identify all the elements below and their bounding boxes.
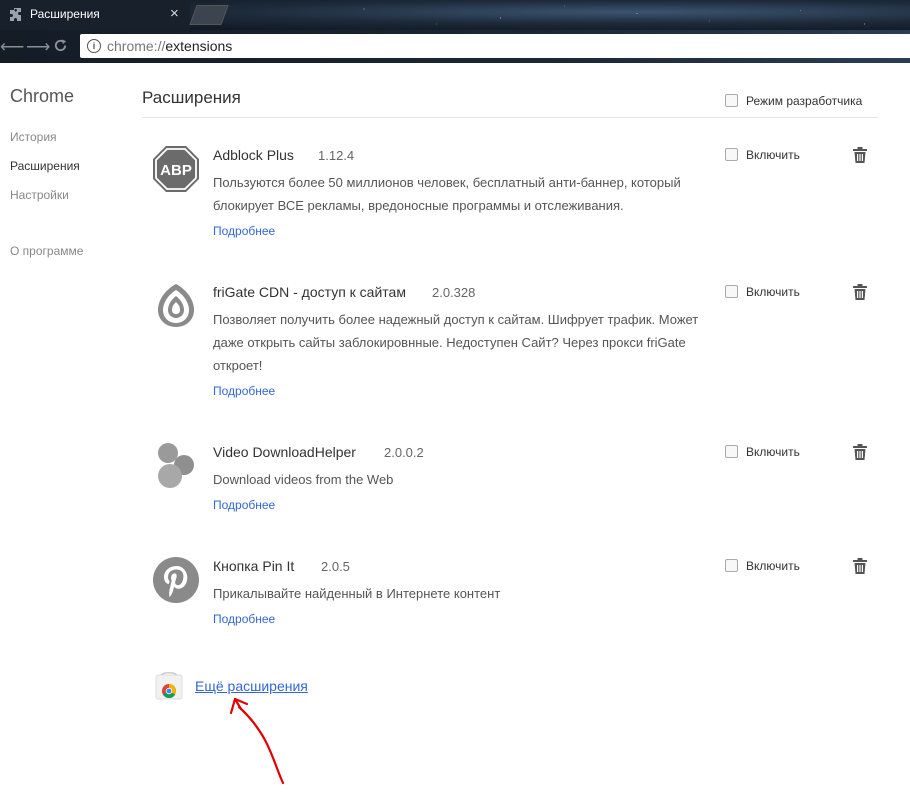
annotation-arrow bbox=[229, 697, 285, 785]
frigate-icon bbox=[158, 284, 194, 327]
tab-extensions[interactable]: Расширения × bbox=[0, 0, 190, 30]
abp-logo-text: ABP bbox=[160, 162, 192, 179]
enable-label: Включить bbox=[746, 285, 800, 299]
extension-details-link[interactable]: Подробнее bbox=[213, 224, 275, 238]
developer-mode-checkbox[interactable] bbox=[725, 94, 738, 107]
extension-name: friGate CDN - доступ к сайтам bbox=[213, 284, 406, 300]
back-icon[interactable]: ⟵ bbox=[0, 37, 24, 57]
url-text: chrome://extensions bbox=[107, 38, 232, 54]
tab-close-button[interactable]: × bbox=[170, 5, 179, 22]
extension-version: 2.0.328 bbox=[432, 285, 476, 300]
extension-name: Adblock Plus bbox=[213, 147, 294, 163]
developer-mode-label: Режим разработчика bbox=[746, 94, 863, 108]
extension-details-link[interactable]: Подробнее bbox=[213, 384, 275, 398]
info-icon[interactable]: i bbox=[87, 39, 101, 53]
enable-checkbox[interactable] bbox=[725, 285, 738, 298]
puzzle-piece-icon bbox=[10, 8, 21, 21]
enable-label: Включить bbox=[746, 445, 800, 459]
extension-details-link[interactable]: Подробнее bbox=[213, 498, 275, 512]
extension-name: Video DownloadHelper bbox=[213, 444, 356, 460]
url-scheme: chrome:// bbox=[107, 38, 166, 54]
reload-icon[interactable] bbox=[53, 38, 68, 53]
sidebar-item-history[interactable]: История bbox=[10, 130, 57, 144]
forward-icon[interactable]: ⟶ bbox=[26, 37, 50, 57]
extension-details-link[interactable]: Подробнее bbox=[213, 612, 275, 626]
tab-title: Расширения bbox=[30, 7, 100, 21]
trash-icon[interactable] bbox=[853, 147, 867, 163]
video-downloadhelper-icon bbox=[158, 443, 194, 488]
enable-checkbox[interactable] bbox=[725, 445, 738, 458]
extension-enable-toggle[interactable]: Включить bbox=[725, 148, 800, 162]
abp-icon: ABP bbox=[153, 146, 199, 192]
address-bar[interactable]: i chrome://extensions bbox=[80, 34, 910, 58]
sidebar-item-settings[interactable]: Настройки bbox=[10, 188, 69, 202]
trash-icon[interactable] bbox=[853, 284, 867, 300]
url-host: extensions bbox=[165, 38, 233, 54]
pinterest-icon bbox=[153, 557, 199, 603]
enable-checkbox[interactable] bbox=[725, 559, 738, 572]
sidebar-item-extensions[interactable]: Расширения bbox=[10, 159, 80, 173]
enable-label: Включить bbox=[746, 148, 800, 162]
page-title: Расширения bbox=[142, 88, 241, 107]
extension-description: Прикалывайте найденный в Интернете конте… bbox=[213, 586, 501, 601]
enable-label: Включить bbox=[746, 559, 800, 573]
extension-version: 2.0.0.2 bbox=[384, 445, 424, 460]
sidebar-item-about[interactable]: О программе bbox=[10, 244, 83, 258]
toolbar: ⟵ ⟶ i chrome://extensions bbox=[0, 30, 910, 63]
extension-enable-toggle[interactable]: Включить bbox=[725, 559, 800, 573]
sidebar-brand: Chrome bbox=[10, 86, 75, 106]
extension-version: 2.0.5 bbox=[321, 559, 350, 574]
extension-enable-toggle[interactable]: Включить bbox=[725, 445, 800, 459]
more-extensions-link[interactable]: Ещё расширения bbox=[195, 678, 308, 694]
chrome-web-store-icon[interactable] bbox=[155, 672, 183, 700]
extension-version: 1.12.4 bbox=[318, 148, 355, 163]
extension-description: Позволяет получить более надежный доступ… bbox=[213, 312, 699, 373]
extension-description: Пользуются более 50 миллионов человек, б… bbox=[213, 175, 681, 213]
title-bar: Расширения × bbox=[0, 0, 910, 30]
developer-mode-toggle[interactable]: Режим разработчика bbox=[725, 94, 862, 108]
extension-description: Download videos from the Web bbox=[213, 472, 394, 487]
header-divider bbox=[142, 117, 878, 118]
trash-icon[interactable] bbox=[853, 558, 867, 574]
extension-enable-toggle[interactable]: Включить bbox=[725, 285, 800, 299]
trash-icon[interactable] bbox=[853, 444, 867, 460]
enable-checkbox[interactable] bbox=[725, 148, 738, 161]
extension-name: Кнопка Pin It bbox=[213, 558, 295, 574]
